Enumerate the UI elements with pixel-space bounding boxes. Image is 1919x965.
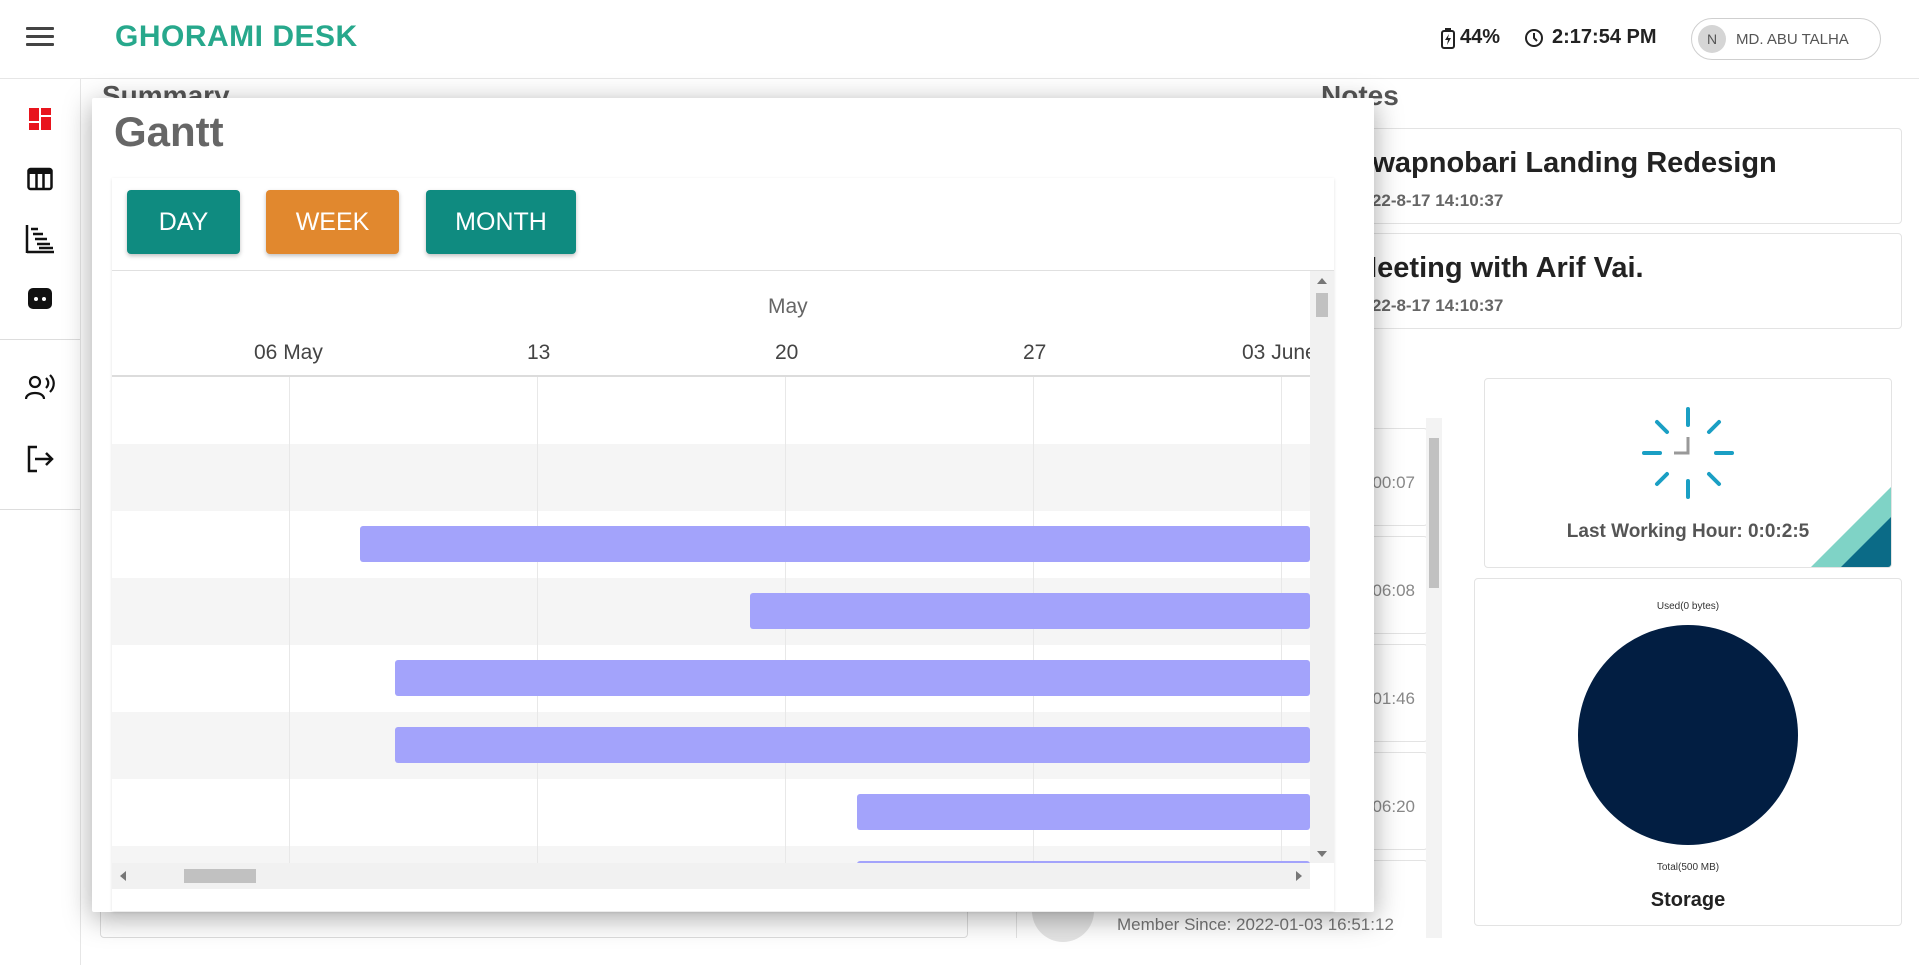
gantt-panel: DAY WEEK MONTH May 06 May 13 20 27 03 Ju… bbox=[112, 178, 1334, 911]
gantt-modal: Gantt DAY WEEK MONTH May 06 May 13 20 27… bbox=[92, 98, 1374, 912]
scrollbar-thumb[interactable] bbox=[1316, 293, 1328, 317]
app-bar: GHORAMI DESK 44% 2:17:54 PM N MD. ABU TA… bbox=[0, 0, 1919, 79]
scrollbar-thumb[interactable] bbox=[184, 869, 256, 883]
clock-time: 2:17:54 PM bbox=[1552, 26, 1657, 48]
gantt-horizontal-scrollbar[interactable] bbox=[112, 863, 1310, 889]
gantt-task-bar[interactable] bbox=[750, 593, 1310, 629]
sidebar-item-table[interactable] bbox=[24, 163, 56, 195]
gantt-task-bar[interactable] bbox=[395, 660, 1310, 696]
week-button[interactable]: WEEK bbox=[266, 190, 399, 254]
month-button[interactable]: MONTH bbox=[426, 190, 576, 254]
gantt-row bbox=[112, 444, 1310, 512]
sidebar-divider bbox=[0, 509, 80, 510]
sidebar bbox=[0, 79, 81, 965]
battery-icon bbox=[1441, 27, 1455, 49]
note-title: Meeting with Arif Vai. bbox=[1353, 252, 1644, 284]
sidebar-item-dashboard[interactable] bbox=[24, 103, 56, 135]
scroll-left-icon[interactable] bbox=[120, 871, 126, 881]
gantt-week-label: 13 bbox=[527, 341, 551, 364]
member-list-scrollbar[interactable] bbox=[1426, 418, 1442, 938]
gantt-week-label: 27 bbox=[1023, 341, 1047, 364]
storage-used-label: Used(0 bytes) bbox=[1656, 601, 1720, 612]
sidebar-item-gantt[interactable] bbox=[24, 223, 56, 255]
gantt-month-label: May bbox=[768, 295, 808, 318]
scrollbar-thumb[interactable] bbox=[1429, 438, 1439, 588]
member-since: Member Since: 2022-01-03 16:51:12 bbox=[1117, 915, 1394, 934]
hamburger-menu-icon[interactable] bbox=[26, 27, 54, 49]
gantt-task-bar[interactable] bbox=[395, 727, 1310, 763]
day-button[interactable]: DAY bbox=[127, 190, 240, 254]
storage-pie bbox=[1578, 625, 1798, 845]
storage-title: Storage bbox=[1650, 889, 1726, 911]
gantt-week-label: 03 June bbox=[1242, 341, 1317, 364]
dashboard-icon bbox=[29, 108, 51, 130]
people-broadcast-icon bbox=[25, 374, 55, 400]
storage-card: Used(0 bytes) Total(500 MB) Storage bbox=[1474, 578, 1902, 926]
sidebar-item-team[interactable] bbox=[24, 371, 56, 403]
scroll-right-icon[interactable] bbox=[1296, 871, 1302, 881]
sidebar-item-logout[interactable] bbox=[24, 443, 56, 475]
gantt-grid-line bbox=[289, 377, 290, 863]
avatar: N bbox=[1698, 25, 1726, 53]
battery-percent: 44% bbox=[1460, 26, 1501, 48]
gantt-grid-line bbox=[537, 377, 538, 863]
storage-total-label: Total(500 MB) bbox=[1656, 862, 1720, 873]
gantt-task-bar[interactable] bbox=[857, 794, 1310, 830]
sidebar-divider bbox=[0, 339, 80, 340]
gantt-header: May 06 May 13 20 27 03 June bbox=[112, 271, 1317, 377]
chat-icon bbox=[28, 288, 52, 309]
note-time: 2022-8-17 14:10:37 bbox=[1353, 191, 1504, 210]
modal-title: Gantt bbox=[114, 108, 224, 155]
gantt-body bbox=[112, 377, 1310, 863]
corner-decoration bbox=[1811, 487, 1891, 567]
last-working-hour-card: Last Working Hour: 0:0:2:5 bbox=[1484, 378, 1892, 568]
note-card[interactable]: Meeting with Arif Vai. 2022-8-17 14:10:3… bbox=[1330, 233, 1902, 329]
user-menu-chip[interactable]: N MD. ABU TALHA bbox=[1691, 18, 1881, 60]
clock-icon bbox=[1525, 28, 1543, 47]
scroll-up-icon[interactable] bbox=[1317, 278, 1327, 284]
brand-title: GHORAMI DESK bbox=[115, 20, 358, 53]
gantt-week-label: 06 May bbox=[254, 341, 323, 364]
gantt-vertical-scrollbar[interactable] bbox=[1310, 271, 1334, 863]
note-title: Swapnobari Landing Redesign bbox=[1353, 147, 1777, 179]
scroll-down-icon[interactable] bbox=[1317, 851, 1327, 857]
table-icon bbox=[27, 167, 53, 191]
note-card[interactable]: Swapnobari Landing Redesign 2022-8-17 14… bbox=[1330, 128, 1902, 224]
gantt-task-bar[interactable] bbox=[360, 526, 1310, 562]
gantt-week-label: 20 bbox=[775, 341, 799, 364]
loading-spinner-icon bbox=[1642, 407, 1734, 499]
gantt-icon bbox=[25, 225, 54, 254]
user-name: MD. ABU TALHA bbox=[1736, 30, 1849, 48]
note-time: 2022-8-17 14:10:37 bbox=[1353, 296, 1504, 315]
gantt-row bbox=[112, 377, 1310, 445]
gantt-chart: May 06 May 13 20 27 03 June bbox=[112, 270, 1334, 889]
battery-status: 44% bbox=[1440, 26, 1500, 49]
clock: 2:17:54 PM bbox=[1524, 26, 1657, 49]
logout-icon bbox=[27, 445, 54, 473]
sidebar-item-chat[interactable] bbox=[24, 283, 56, 315]
